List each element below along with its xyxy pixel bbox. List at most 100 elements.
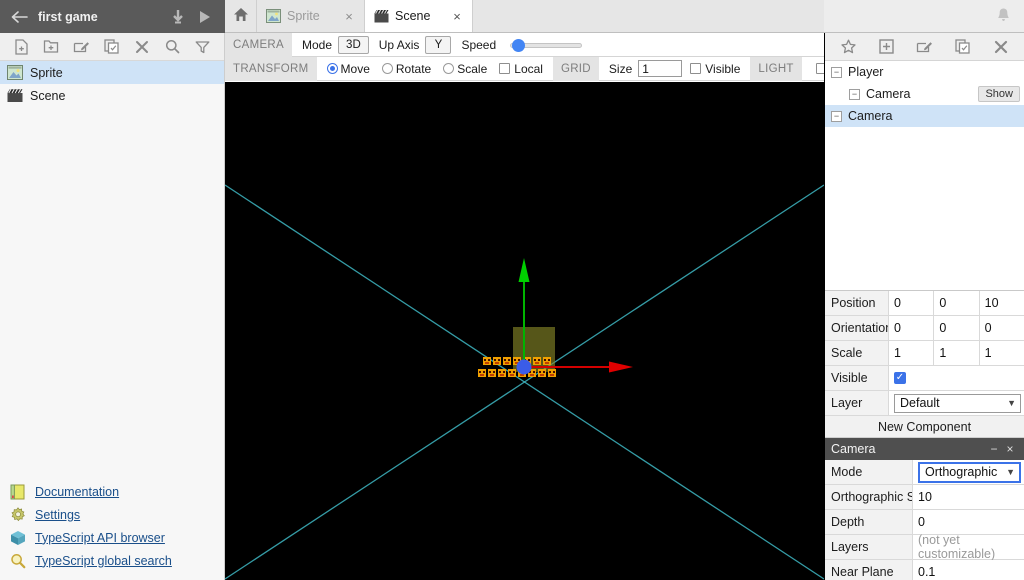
transform-mode-scale[interactable]: Scale (443, 62, 487, 76)
camera-speed-slider[interactable] (510, 38, 583, 52)
position-x-input[interactable]: 0 (889, 291, 935, 315)
camera-toolbar: CAMERA Mode 3D Up Axis Y Speed (225, 32, 824, 57)
tree-node-player-camera-label: Camera (866, 87, 911, 101)
near-plane-input[interactable]: 0.1 (913, 560, 1024, 580)
property-label-depth: Depth (825, 510, 913, 534)
grid-size-input[interactable] (638, 60, 683, 77)
inspector-panel: − Player − Camera Show − Camera Position… (824, 33, 1024, 580)
duplicate-icon[interactable] (952, 36, 974, 58)
search-icon[interactable] (162, 36, 184, 58)
show-button[interactable]: Show (978, 86, 1020, 102)
tree-empty-area[interactable] (825, 127, 1024, 290)
clapperboard-icon (7, 88, 23, 103)
checkbox-visible-icon[interactable]: ✓ (894, 372, 906, 384)
radio-rotate-icon[interactable] (381, 63, 393, 74)
tab-sprite[interactable]: Sprite × (257, 0, 365, 32)
layers-value: (not yet customizable) (913, 533, 1024, 561)
link-documentation[interactable]: Documentation (10, 480, 224, 503)
camera-mode-button[interactable]: 3D (338, 35, 369, 54)
property-row-orthographic-scale: Orthographic Scale 10 (825, 485, 1024, 510)
minimize-icon[interactable]: − (986, 442, 1002, 456)
close-icon[interactable]: × (1002, 442, 1018, 456)
chevron-down-icon: ▼ (1007, 398, 1016, 408)
orthographic-scale-input[interactable]: 10 (913, 485, 1024, 509)
collapse-toggle-icon[interactable]: − (831, 66, 842, 78)
radio-scale-icon[interactable] (443, 63, 455, 74)
depth-input[interactable]: 0 (913, 510, 1024, 534)
scale-x-input[interactable]: 1 (889, 341, 935, 365)
tree-node-player-camera[interactable]: − Camera Show (825, 83, 1024, 105)
new-folder-icon[interactable] (40, 36, 62, 58)
delete-icon[interactable] (131, 36, 153, 58)
duplicate-icon[interactable] (101, 36, 123, 58)
back-arrow-icon[interactable] (8, 6, 30, 28)
tree-node-player[interactable]: − Player (825, 61, 1024, 83)
camera-up-axis-button[interactable]: Y (425, 35, 452, 54)
filter-icon[interactable] (192, 36, 214, 58)
property-label-orthographic-scale: Orthographic Scale (825, 485, 913, 509)
property-label-visible: Visible (825, 366, 889, 390)
checkbox-grid-visible-icon[interactable] (690, 63, 702, 74)
tree-node-camera[interactable]: − Camera (825, 105, 1024, 127)
new-component-icon[interactable] (875, 36, 897, 58)
grid-visible-checkbox[interactable]: Visible (690, 62, 740, 76)
gizmo-center-handle[interactable] (516, 359, 532, 375)
camera-mode-select[interactable]: Orthographic ▼ (918, 461, 1021, 483)
notification-bell-icon[interactable] (996, 7, 1014, 25)
orientation-x-input[interactable]: 0 (889, 316, 935, 340)
project-bar: first game (0, 0, 225, 33)
hierarchy-toolbar (825, 33, 1024, 61)
link-settings[interactable]: Settings (10, 503, 224, 526)
transform-mode-rotate[interactable]: Rotate (381, 62, 431, 76)
link-typescript-global-search-label: TypeScript global search (35, 553, 172, 568)
tab-scene[interactable]: Scene × (365, 0, 473, 32)
viewport-canvas[interactable] (225, 82, 824, 580)
rename-icon[interactable] (913, 36, 935, 58)
transform-local-checkbox[interactable]: Local (499, 62, 543, 76)
property-row-layer: Layer Default ▼ (825, 391, 1024, 416)
rename-icon[interactable] (71, 36, 93, 58)
sidebar-links: Documentation Settings TypeScript API br… (0, 480, 224, 580)
orientation-y-input[interactable]: 0 (934, 316, 980, 340)
link-typescript-global-search[interactable]: TypeScript global search (10, 549, 224, 572)
play-icon[interactable] (191, 4, 217, 30)
radio-move-icon[interactable] (326, 63, 338, 74)
link-typescript-api-browser[interactable]: TypeScript API browser (10, 526, 224, 549)
orientation-z-input[interactable]: 0 (979, 316, 1024, 340)
new-component-button[interactable]: New Component (825, 416, 1024, 438)
layer-select[interactable]: Default ▼ (894, 393, 1021, 413)
gear-icon (10, 506, 26, 523)
position-z-input[interactable]: 10 (979, 291, 1024, 315)
grid-visible-label: Visible (705, 61, 741, 76)
asset-toolbar (0, 33, 224, 61)
home-tab[interactable] (225, 0, 257, 32)
light-section-label: LIGHT (750, 56, 802, 81)
collapse-toggle-icon[interactable]: − (831, 110, 842, 122)
camera-speed-slider-thumb[interactable] (512, 38, 526, 52)
new-actor-icon[interactable] (837, 36, 859, 58)
scale-z-input[interactable]: 1 (979, 341, 1024, 365)
checkbox-local-icon[interactable] (499, 63, 511, 74)
asset-item-sprite[interactable]: Sprite (0, 61, 224, 84)
position-y-input[interactable]: 0 (934, 291, 980, 315)
camera-mode-cell: Orthographic ▼ (913, 460, 1024, 484)
asset-sidebar: Sprite Scene Documentation Settings Type… (0, 33, 225, 580)
collapse-toggle-icon[interactable]: − (849, 88, 860, 100)
tab-sprite-close-icon[interactable]: × (342, 9, 356, 23)
property-row-layers: Layers (not yet customizable) (825, 533, 1024, 561)
transform-mode-move[interactable]: Move (326, 61, 370, 76)
property-label-layer: Layer (825, 391, 889, 415)
clapperboard-icon (374, 9, 389, 23)
scene-viewport[interactable] (225, 82, 824, 580)
camera-section-label: CAMERA (225, 32, 293, 57)
transform-mode-move-label: Move (340, 61, 370, 76)
scale-y-input[interactable]: 1 (934, 341, 980, 365)
property-row-position: Position 0 0 10 (825, 291, 1024, 316)
tab-scene-close-icon[interactable]: × (450, 9, 464, 23)
download-icon[interactable] (165, 4, 191, 30)
delete-icon[interactable] (990, 36, 1012, 58)
new-asset-icon[interactable] (10, 36, 32, 58)
asset-item-scene[interactable]: Scene (0, 84, 224, 107)
package-icon (10, 530, 26, 546)
component-title: Camera (831, 442, 876, 456)
